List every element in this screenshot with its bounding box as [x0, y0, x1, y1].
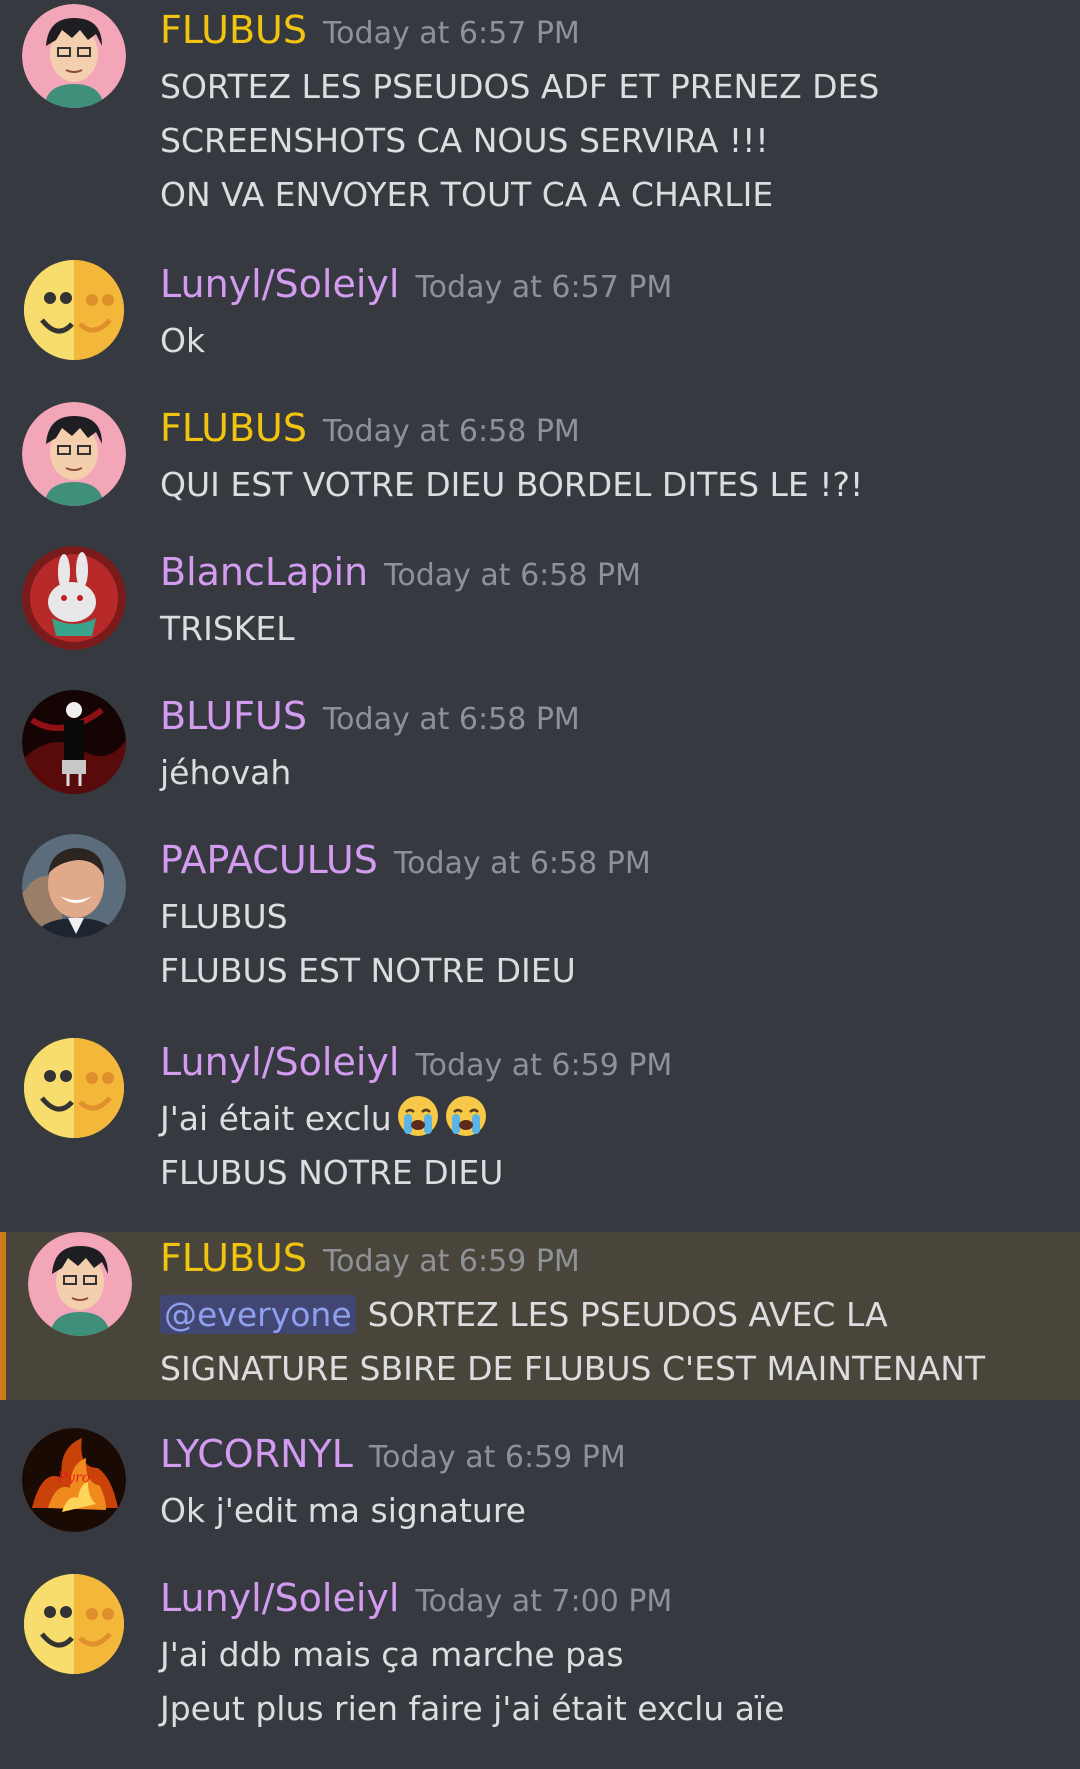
- crying-face-emoji: [397, 1096, 438, 1136]
- message: BLUFUS Today at 6:58 PM jéhovah: [0, 690, 1080, 800]
- flubus-avatar[interactable]: [22, 402, 126, 506]
- message-text-span: SORTEZ LES PSEUDOS AVEC LA: [367, 1295, 888, 1334]
- username[interactable]: Lunyl/Soleiyl: [160, 1576, 399, 1620]
- sun-moon-avatar[interactable]: [22, 1036, 126, 1140]
- white-rabbit-avatar[interactable]: [22, 546, 126, 650]
- sun-moon-avatar[interactable]: [22, 1572, 126, 1676]
- man-photo-avatar[interactable]: [22, 834, 126, 938]
- timestamp: Today at 6:57 PM: [415, 270, 673, 305]
- mention-message: FLUBUS Today at 6:59 PM @everyone SORTEZ L…: [0, 1232, 1080, 1400]
- message: PAPACULUS Today at 6:58 PM FLUBUS FLUBUS …: [0, 834, 1080, 994]
- timestamp: Today at 6:58 PM: [393, 846, 651, 881]
- username[interactable]: FLUBUS: [160, 1236, 307, 1280]
- timestamp: Today at 6:57 PM: [322, 16, 580, 51]
- message: Lunyl/Soleiyl Today at 7:00 PM J'ai ddb m…: [0, 1572, 1080, 1742]
- message: Lunyl/Soleiyl Today at 6:57 PM Ok: [0, 258, 1080, 368]
- message: Lunyl/Soleiyl Today at 6:59 PM J'ai était…: [0, 1036, 1080, 1196]
- timestamp: Today at 7:00 PM: [415, 1584, 673, 1619]
- message: BlancLapin Today at 6:58 PM TRISKEL: [0, 546, 1080, 656]
- message-text: TRISKEL: [160, 609, 295, 648]
- message: FLUBUS Today at 6:57 PM SORTEZ LES PSEUDO…: [0, 4, 1080, 214]
- username[interactable]: BLUFUS: [160, 694, 307, 738]
- fire-avatar[interactable]: Pyro: [22, 1428, 126, 1532]
- message-text: FLUBUS NOTRE DIEU: [160, 1153, 504, 1192]
- sun-moon-avatar[interactable]: [22, 258, 126, 362]
- username[interactable]: FLUBUS: [160, 8, 307, 52]
- everyone-mention[interactable]: @everyone: [160, 1295, 356, 1334]
- message-text: FLUBUS EST NOTRE DIEU: [160, 951, 576, 990]
- flubus-avatar[interactable]: [22, 4, 126, 108]
- timestamp: Today at 6:58 PM: [322, 702, 580, 737]
- username[interactable]: BlancLapin: [160, 550, 368, 594]
- message-text: ON VA ENVOYER TOUT CA A CHARLIE: [160, 175, 774, 214]
- flubus-avatar[interactable]: [28, 1232, 132, 1336]
- message-text: jéhovah: [160, 753, 292, 792]
- username[interactable]: Lunyl/Soleiyl: [160, 262, 399, 306]
- message-text: SIGNATURE SBIRE DE FLUBUS C'EST MAINTENA…: [160, 1349, 986, 1388]
- message-text: J'ai ddb mais ça marche pas: [160, 1635, 624, 1674]
- timestamp: Today at 6:59 PM: [322, 1244, 580, 1279]
- message: FLUBUS Today at 6:58 PM QUI EST VOTRE DIE…: [0, 402, 1080, 512]
- message-text: QUI EST VOTRE DIEU BORDEL DITES LE !?!: [160, 465, 864, 504]
- timestamp: Today at 6:58 PM: [384, 558, 641, 593]
- message-text: Ok: [160, 321, 206, 360]
- message-text: Ok j'edit ma signature: [160, 1491, 526, 1530]
- dark-figure-avatar[interactable]: [22, 690, 126, 794]
- message: Pyro LYCORNYL Today at 6:59 PM Ok j'edit …: [0, 1428, 1080, 1538]
- timestamp: Today at 6:59 PM: [368, 1440, 626, 1475]
- message-text: @everyone SORTEZ LES PSEUDOS AVEC LA: [160, 1288, 1040, 1342]
- timestamp: Today at 6:58 PM: [322, 414, 580, 449]
- message-text: SORTEZ LES PSEUDOS ADF ET PRENEZ DES: [160, 67, 880, 106]
- username[interactable]: Lunyl/Soleiyl: [160, 1040, 399, 1084]
- message-text: SCREENSHOTS CA NOUS SERVIRA !!!: [160, 121, 769, 160]
- message-text: FLUBUS: [160, 897, 288, 936]
- crying-face-emoji: [445, 1096, 486, 1136]
- timestamp: Today at 6:59 PM: [415, 1048, 673, 1083]
- username[interactable]: LYCORNYL: [160, 1432, 353, 1476]
- message-text-span: J'ai était exclu: [160, 1099, 392, 1138]
- avatar-text: Pyro: [57, 1470, 90, 1486]
- message-text: Jpeut plus rien faire j'ai était exclu a…: [160, 1689, 785, 1728]
- message-text: J'ai était exclu: [160, 1092, 1040, 1146]
- username[interactable]: PAPACULUS: [160, 838, 378, 882]
- username[interactable]: FLUBUS: [160, 406, 307, 450]
